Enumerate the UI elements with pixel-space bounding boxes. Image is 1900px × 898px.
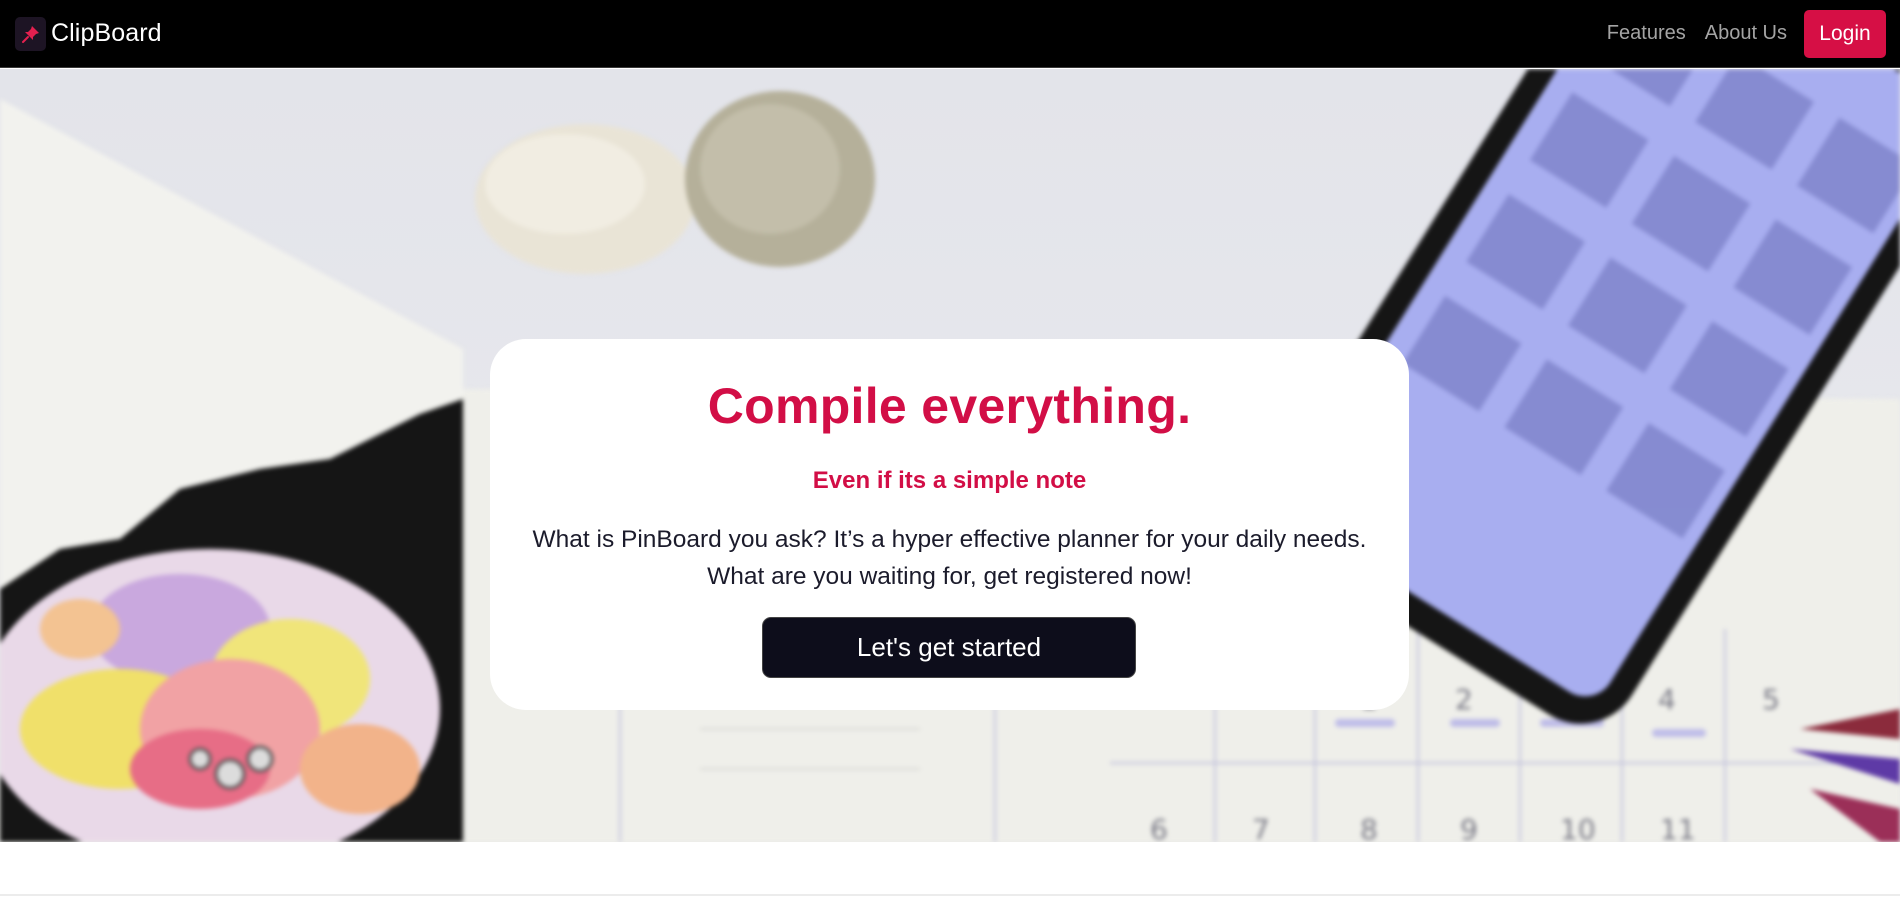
svg-text:9: 9 — [1460, 813, 1478, 842]
hero-description-line-1: What is PinBoard you ask? It’s a hyper e… — [532, 526, 1367, 553]
hero-card: Compile everything. Even if its a simple… — [490, 339, 1409, 710]
svg-text:11: 11 — [1660, 813, 1696, 842]
nav-link-about-us[interactable]: About Us — [1705, 22, 1787, 45]
nav-link-features[interactable]: Features — [1607, 22, 1686, 45]
hero-subtitle: Even if its a simple note — [812, 467, 1087, 494]
divider — [0, 894, 1900, 896]
brand-link[interactable]: ClipBoard — [15, 16, 162, 51]
svg-text:6: 6 — [1150, 813, 1168, 842]
svg-text:5: 5 — [1762, 683, 1780, 716]
svg-text:7: 7 — [1252, 813, 1270, 842]
hero-title: Compile everything. — [707, 378, 1192, 434]
navbar: ClipBoard Features About Us Login — [0, 0, 1900, 68]
hero-description: What is PinBoard you ask? It’s a hyper e… — [510, 521, 1389, 595]
svg-text:10: 10 — [1560, 813, 1596, 842]
pin-icon — [15, 16, 46, 51]
brand-name: ClipBoard — [51, 19, 162, 47]
svg-text:2: 2 — [1455, 683, 1473, 716]
page-bottom — [0, 842, 1900, 898]
login-button[interactable]: Login — [1804, 9, 1886, 58]
nav-links: Features About Us Login — [1607, 9, 1886, 58]
hero-section: GUST × 123 45 678 91011 — [0, 69, 1900, 842]
svg-text:4: 4 — [1658, 683, 1676, 716]
hero-description-line-2: What are you waiting for, get registered… — [707, 563, 1192, 590]
get-started-button[interactable]: Let's get started — [762, 617, 1136, 678]
svg-text:8: 8 — [1360, 813, 1378, 842]
